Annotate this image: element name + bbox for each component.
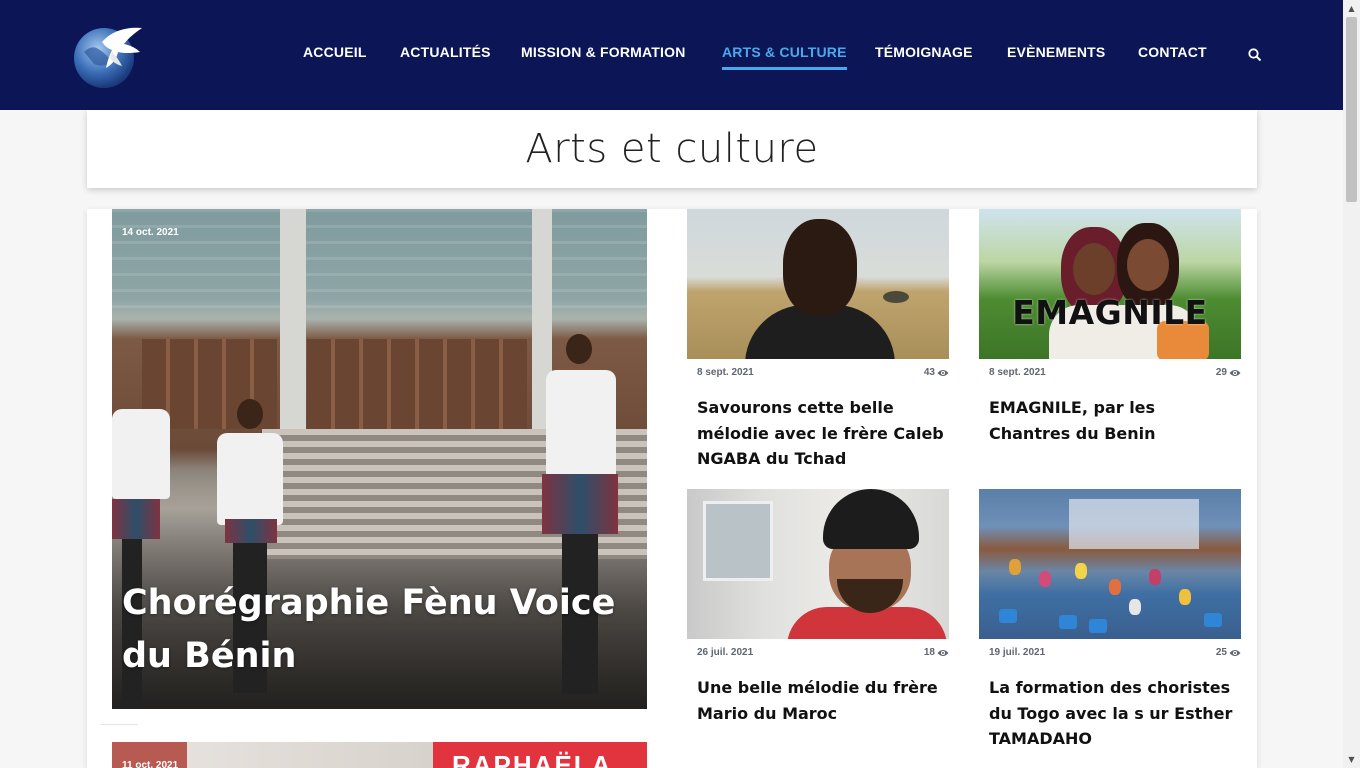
featured-image-stripes [112,209,647,309]
scroll-up-arrow-icon[interactable]: ▲ [1343,0,1360,17]
thumbnail-detail [703,501,773,581]
article-title[interactable]: Une belle mélodie du frère Mario du Maro… [697,675,949,726]
featured-article-2[interactable]: 11 oct. 2021 RAPHAËLA [112,742,647,768]
eye-icon [937,369,949,376]
article-meta: 8 sept. 2021 43 [697,367,949,378]
featured-date: 14 oct. 2021 [122,227,179,238]
nav-contact[interactable]: CONTACT [1138,44,1207,60]
article-title[interactable]: EMAGNILE, par les Chantres du Benin [989,395,1241,446]
thumbnail-detail [1149,569,1161,585]
view-count: 25 [1215,647,1227,658]
view-count: 43 [923,367,935,378]
article-thumbnail[interactable]: EMAGNILE [979,209,1241,359]
site-header: ACCUEIL ACTUALITÉS MISSION & FORMATION A… [0,0,1343,110]
thumbnail-detail [1059,615,1077,629]
view-count: 29 [1215,367,1227,378]
article-date: 19 juil. 2021 [989,647,1046,658]
featured-2-date: 11 oct. 2021 [122,760,179,768]
thumbnail-detail [1179,589,1191,605]
thumbnail-detail [1129,599,1141,615]
thumbnail-detail [1204,613,1222,627]
article-thumbnail[interactable] [979,489,1241,639]
featured-image-wall [307,339,527,429]
article-views: 29 [1216,367,1241,378]
view-count: 18 [923,647,935,658]
thumbnail-detail [883,291,909,303]
thumbnail-detail [1069,499,1199,549]
thumbnail-detail [1127,239,1169,291]
article-meta: 8 sept. 2021 29 [989,367,1241,378]
thumbnail-detail [1073,243,1115,295]
article-thumbnail[interactable] [687,489,949,639]
scroll-down-arrow-icon[interactable]: ▼ [1343,751,1360,768]
article-views: 18 [924,647,949,658]
featured-article[interactable]: 14 oct. 2021 Chorégraphie Fènu Voice du … [112,209,647,709]
thumbnail-detail [1039,571,1051,587]
scrollbar-thumb[interactable] [1346,17,1357,202]
article-meta: 19 juil. 2021 25 [989,647,1241,658]
thumbnail-detail [1109,579,1121,595]
thumbnail-detail [1075,563,1087,579]
nav-evenements[interactable]: EVÈNEMENTS [1007,44,1105,60]
nav-temoignage[interactable]: TÉMOIGNAGE [875,44,973,60]
thumbnail-text: EMAGNILE [1012,293,1208,332]
thumbnail-detail [823,489,919,549]
article-views: 25 [1216,647,1241,658]
article-date: 8 sept. 2021 [697,367,754,378]
nav-actualites[interactable]: ACTUALITÉS [400,44,491,60]
search-icon[interactable] [1247,47,1263,63]
nav-arts-culture[interactable]: ARTS & CULTURE [722,44,847,70]
nav-accueil[interactable]: ACCUEIL [303,44,367,60]
article-thumbnail[interactable] [687,209,949,359]
article-date: 8 sept. 2021 [989,367,1046,378]
thumbnail-detail [999,609,1017,623]
page-title: Arts et culture [525,126,819,172]
article-views: 43 [924,367,949,378]
nav-mission-formation[interactable]: MISSION & FORMATION [521,44,686,60]
article-title[interactable]: Savourons cette belle mélodie avec le fr… [697,395,949,472]
eye-icon [1229,369,1241,376]
eye-icon [937,649,949,656]
article-date: 26 juil. 2021 [697,647,754,658]
article-title[interactable]: La formation des choristes du Togo avec … [989,675,1241,752]
featured-title[interactable]: Chorégraphie Fènu Voice du Bénin [122,577,642,683]
thumbnail-detail [1009,559,1021,575]
vertical-scrollbar[interactable]: ▲ ▼ [1343,0,1360,768]
thumbnail-detail [783,219,857,315]
main-nav: ACCUEIL ACTUALITÉS MISSION & FORMATION A… [0,44,1343,74]
divider [101,724,138,725]
eye-icon [1229,649,1241,656]
featured-2-image-text: RAPHAËLA [452,750,613,768]
article-meta: 26 juil. 2021 18 [697,647,949,658]
page-title-box: Arts et culture [87,110,1257,188]
thumbnail-detail [1089,619,1107,633]
